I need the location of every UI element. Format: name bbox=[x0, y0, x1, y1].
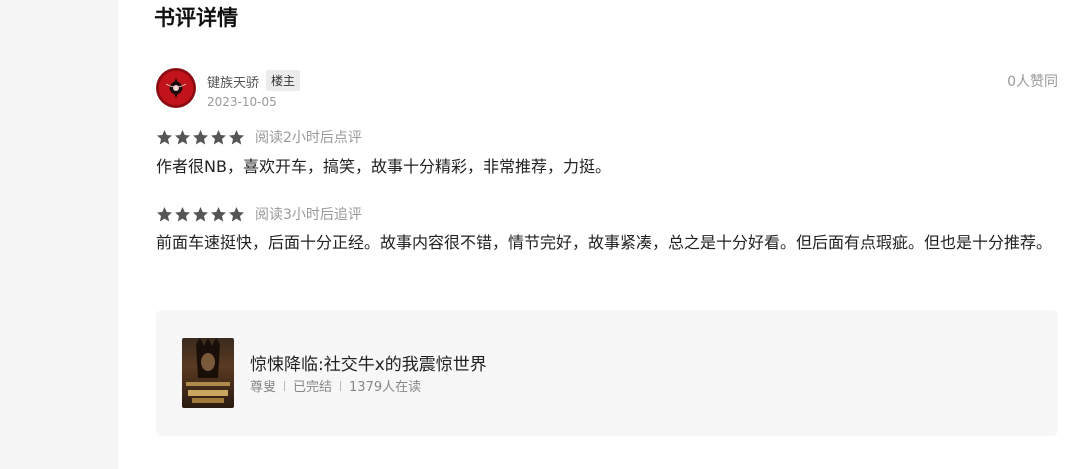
star-icon bbox=[156, 129, 173, 146]
book-readers: 1379人在读 bbox=[349, 380, 422, 395]
rating-note: 阅读2小时后点评 bbox=[255, 130, 362, 146]
likes-count[interactable]: 0人赞同 bbox=[1007, 71, 1058, 91]
star-icon bbox=[174, 129, 191, 146]
review-date: 2023-10-05 bbox=[207, 95, 277, 109]
star-rating bbox=[156, 129, 245, 146]
review-detail-panel: 书评详情 键族天骄 楼主 2023-10-05 0人赞同 阅读2小时后点评 作者… bbox=[118, 0, 1080, 469]
rating-row: 阅读3小时后追评 bbox=[156, 205, 362, 223]
review-text: 作者很NB，喜欢开车，搞笑，故事十分精彩，非常推荐，力挺。 bbox=[156, 157, 611, 176]
book-title[interactable]: 惊悚降临:社交牛x的我震惊世界 bbox=[250, 350, 487, 375]
book-author[interactable]: 尊叟 bbox=[250, 376, 276, 395]
meta-divider bbox=[284, 380, 286, 391]
op-badge: 楼主 bbox=[266, 70, 301, 91]
star-icon bbox=[192, 129, 209, 146]
book-card[interactable]: 惊悚降临:社交牛x的我震惊世界 尊叟 已完结 1379人在读 bbox=[156, 310, 1058, 436]
book-status: 已完结 bbox=[293, 380, 333, 395]
star-icon bbox=[228, 129, 245, 146]
left-gutter bbox=[0, 0, 118, 469]
star-icon bbox=[192, 206, 209, 223]
rating-row: 阅读2小时后点评 bbox=[156, 128, 362, 146]
star-icon bbox=[228, 206, 245, 223]
star-icon bbox=[210, 206, 227, 223]
meta-divider bbox=[340, 380, 342, 391]
rating-note: 阅读3小时后追评 bbox=[255, 207, 362, 223]
page-title: 书评详情 bbox=[154, 6, 238, 30]
book-cover-image[interactable] bbox=[182, 338, 234, 408]
review-text: 前面车速挺快，后面十分正经。故事内容很不错，情节完好，故事紧凑，总之是十分好看。… bbox=[156, 233, 1053, 252]
avatar[interactable] bbox=[156, 68, 196, 108]
star-rating bbox=[156, 206, 245, 223]
book-meta: 尊叟 已完结 1379人在读 bbox=[250, 376, 421, 395]
author-name[interactable]: 键族天骄 bbox=[207, 72, 259, 91]
star-icon bbox=[210, 129, 227, 146]
star-icon bbox=[174, 206, 191, 223]
star-icon bbox=[156, 206, 173, 223]
